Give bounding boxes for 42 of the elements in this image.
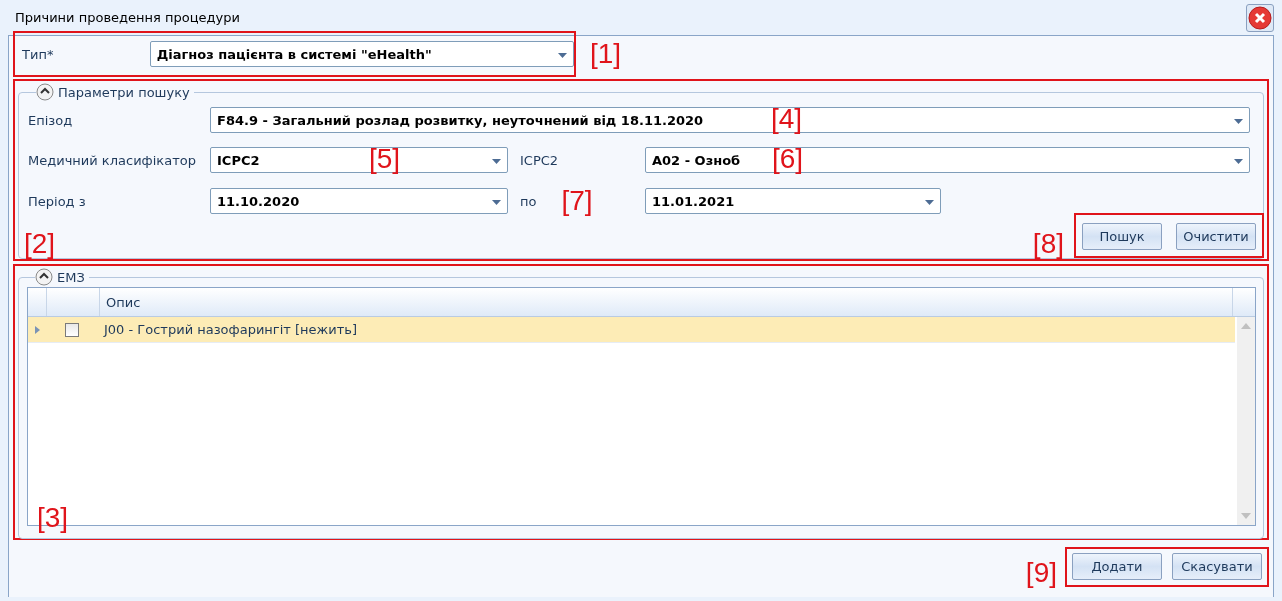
annotation-label: [2]	[24, 230, 56, 258]
checkbox[interactable]	[65, 322, 79, 337]
action-button[interactable]: Додати	[1072, 553, 1162, 580]
annotation-label: [7]	[561, 187, 593, 215]
collapse-toggle-icon[interactable]	[36, 83, 54, 101]
field-label: Епізод	[28, 112, 74, 128]
caret-icon	[925, 200, 934, 205]
annotation-label: [6]	[772, 145, 804, 173]
close-button[interactable]	[1246, 3, 1274, 32]
field-label: Медичний класифікатор	[28, 152, 197, 168]
annotation-label: [4]	[771, 105, 803, 133]
field-label: по	[520, 193, 537, 209]
collapse-toggle-icon[interactable]	[35, 268, 53, 286]
dropdown-field[interactable]: ICPC2 [5]	[210, 147, 508, 173]
annotation-label: [3]	[37, 504, 69, 532]
window-title: Причини проведення процедури	[15, 10, 240, 25]
action-button[interactable]: Скасувати	[1172, 553, 1262, 580]
annotation-label: [1]	[590, 40, 622, 68]
action-button[interactable]: Пошук	[1082, 223, 1162, 250]
caret-icon	[1234, 159, 1243, 164]
field-label: Період з	[28, 193, 87, 209]
close-icon	[1248, 5, 1272, 30]
dropdown-field[interactable]: 11.01.2021	[645, 188, 941, 214]
annotation-label: [5]	[369, 145, 401, 173]
caret-icon	[1234, 119, 1243, 124]
dropdown-field[interactable]: A02 - Озноб [6]	[645, 147, 1250, 173]
dropdown-field[interactable]: Діагноз пацієнта в системі "eHealth"	[149, 41, 574, 67]
dropdown-field[interactable]: 11.10.2020	[210, 188, 508, 214]
group-title: ЕМЗ	[57, 269, 85, 285]
dropdown-field[interactable]: F84.9 - Загальний розлад розвитку, неуточнений від 18.11.2020 [4]	[210, 107, 1250, 133]
caret-icon	[492, 159, 501, 164]
annotation-label: [8]	[1032, 230, 1064, 258]
table-row[interactable]: J00 - Гострий назофарингіт [нежить]	[28, 317, 1235, 343]
field-label: Тип*	[22, 46, 55, 62]
field-label: ICPC2	[519, 152, 560, 168]
table-cell-text: J00 - Гострий назофарингіт [нежить]	[102, 322, 357, 337]
row-pointer-icon	[34, 325, 40, 334]
caret-icon	[492, 200, 501, 205]
action-button[interactable]: Очистити	[1176, 223, 1256, 250]
caret-icon	[558, 53, 567, 58]
group-title: Параметри пошуку	[58, 84, 190, 100]
annotation-label: [9]	[1025, 559, 1057, 587]
